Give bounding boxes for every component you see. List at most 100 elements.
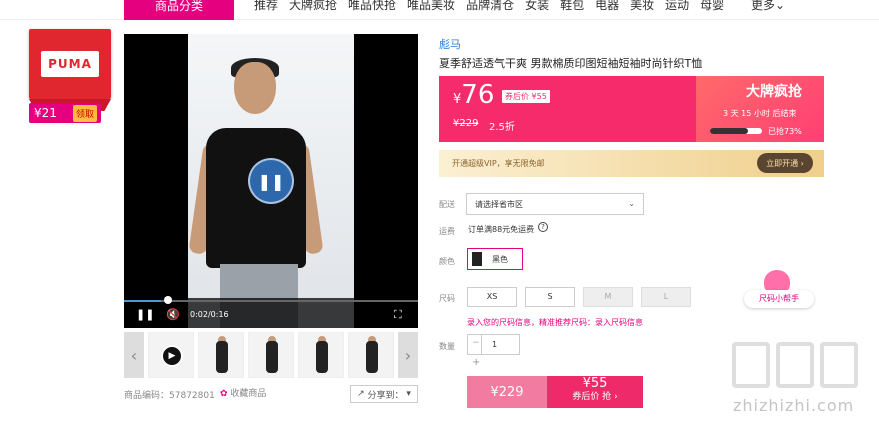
category-button[interactable]: 商品分类 [124,0,234,20]
watermark-logo [732,342,872,394]
nav-link[interactable]: 女装 [525,0,549,13]
size-tip-link[interactable]: 录入您的尺码信息，精准推荐尺码：录入尺码信息 [467,317,643,328]
product-title: 夏季舒适透气干爽 男款棉质印图短袖短袖时尚针织T恤 [439,57,703,70]
buy-coupon-button[interactable]: ¥55 券后价 抢 › [547,376,643,408]
thumbnail-video[interactable]: ▶ [148,332,194,378]
current-price: ¥76 [453,80,494,110]
product-video[interactable]: ❚❚ ❚❚ 🔇 0:02/0:16 ⛶ [124,34,418,328]
watermark-glyph [776,342,814,388]
nav-link[interactable]: 运动 [665,0,689,13]
buy-coupon-price: ¥55 [582,376,608,391]
chevron-right-icon: › [800,158,804,168]
sold-progress [710,128,762,134]
after-coupon-badge: 券后价 ¥55 [502,90,550,103]
nav-link[interactable]: 母婴 [700,0,724,13]
chevron-right-icon: › [614,392,618,402]
vip-open-button[interactable]: 立即开通 › [757,153,813,173]
size-helper[interactable]: 尺码小帮手 [744,270,814,308]
sold-progress-fill [710,128,748,134]
flash-sale-title: 大牌疯抢 [746,84,802,100]
top-nav: 商品分类 推荐 大牌疯抢 唯品快抢 唯品美妆 品牌清仓 女装 鞋包 电器 美妆 … [0,0,879,20]
quantity-decrease[interactable]: − [472,338,480,348]
nav-link[interactable]: 鞋包 [560,0,584,13]
sold-label: 已抢73% [768,127,802,136]
quantity-label: 数量 [439,342,455,351]
size-option-disabled[interactable]: L [641,287,691,307]
nav-link[interactable]: 美妆 [630,0,654,13]
nav-link[interactable]: 唯品美妆 [407,0,455,13]
color-label: 颜色 [439,257,455,266]
discount: 2.5折 [489,122,515,133]
help-icon[interactable]: ? [538,222,548,232]
region-select-value: 请选择省市区 [475,200,523,209]
buy-original-button[interactable]: ¥229 [467,376,547,408]
nav-link[interactable]: 电器 [595,0,619,13]
chevron-down-icon: ⌄ [628,199,635,208]
coupon-claim-button[interactable]: 领取 [72,104,97,122]
size-helper-button[interactable]: 尺码小帮手 [744,290,814,308]
sku-line: 商品编码：57872801 [124,388,215,401]
color-value: 黑色 [492,254,508,264]
vip-banner: 开通超级VIP，享无限免邮 立即开通 › [439,150,824,177]
sku-value: 57872801 [169,391,215,401]
nav-more-label: 更多 [751,0,776,12]
brand-logo[interactable]: PUMA [29,29,111,99]
fullscreen-icon[interactable]: ⛶ [394,308,402,322]
play-icon: ▶ [161,345,183,367]
size-option[interactable]: XS [467,287,517,307]
delivery-label: 配送 [439,200,455,209]
price-box: ¥76 券后价 ¥55 ¥229 2.5折 大牌疯抢 3 天 15 小时 后结束… [439,76,824,142]
favorite-label: 收藏商品 [230,389,267,399]
watermark-glyph [732,342,770,388]
video-scrub-handle[interactable] [164,296,172,304]
pause-icon[interactable]: ❚❚ [136,308,154,321]
size-option[interactable]: S [525,287,575,307]
countdown: 3 天 15 小时 后结束 [723,109,797,118]
thumbnail[interactable] [298,332,344,378]
pause-overlay-icon[interactable]: ❚❚ [248,158,294,204]
thumbnail[interactable] [198,332,244,378]
size-option-disabled[interactable]: M [583,287,633,307]
nav-link[interactable]: 大牌疯抢 [289,0,337,13]
nav-link[interactable]: 唯品快抢 [348,0,396,13]
thumbnail[interactable] [348,332,394,378]
region-select[interactable]: 请选择省市区 ⌄ [466,193,644,215]
sku-label: 商品编码： [124,391,170,401]
watermark-text: zhizhizhi.com [733,396,855,415]
thumb-figure [216,341,228,373]
share-label: 分享到： [367,390,404,401]
watermark-glyph [820,342,858,388]
nav-more[interactable]: 更多⌄ [751,0,785,13]
quantity-increase[interactable]: + [472,357,480,368]
flash-sale-panel: 大牌疯抢 3 天 15 小时 后结束 已抢73% [696,76,824,142]
favorite-link[interactable]: ✿ 收藏商品 [220,386,266,399]
original-price: ¥229 [453,118,479,129]
thumbnail[interactable] [248,332,294,378]
thumb-next-arrow[interactable]: › [398,332,418,378]
price-value: 76 [461,80,495,110]
product-brand[interactable]: 彪马 [439,36,461,52]
size-label: 尺码 [439,294,455,303]
nav-link[interactable]: 品牌清仓 [466,0,514,13]
nav-link[interactable]: 推荐 [254,0,278,13]
shipping-text: 订单满88元免运费 [468,225,535,234]
share-button[interactable]: ↗ 分享到： ▾ [350,385,418,403]
brand-coupon[interactable]: ¥21 领取 [29,103,101,123]
thumb-prev-arrow[interactable]: ‹ [124,332,144,378]
mute-icon[interactable]: 🔇 [166,308,180,321]
share-icon: ↗ [357,389,365,399]
color-swatch [472,252,482,266]
thumb-figure [266,341,278,373]
shipping-label: 运费 [439,227,455,236]
nav-links: 推荐 大牌疯抢 唯品快抢 唯品美妆 品牌清仓 女装 鞋包 电器 美妆 运动 母婴 [254,0,735,13]
thumb-figure [316,341,328,373]
puma-logo: PUMA [41,51,99,77]
chevron-down-icon: ⌄ [775,0,786,12]
thumbnail-strip: ‹ ▶ › [124,332,418,378]
quantity-stepper: − 1 [467,334,520,355]
quantity-input[interactable]: 1 [481,335,520,354]
color-option-black[interactable]: 黑色 [467,248,523,270]
video-progress-fill [124,300,161,302]
vip-text: 开通超级VIP，享无限免邮 [452,159,545,168]
buy-coupon-label: 券后价 抢 › [547,391,643,403]
